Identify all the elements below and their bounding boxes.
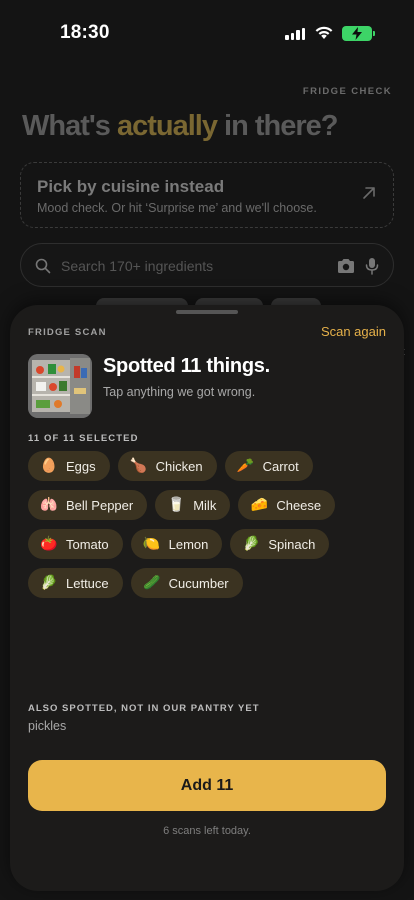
ingredient-chip-list: 🥚 Eggs 🍗 Chicken 🥕 Carrot 🫁 Bell Pepper 🥛 Mil… <box>28 451 388 598</box>
egg-icon: 🥚 <box>40 458 58 474</box>
chip-label: Cucumber <box>168 575 229 591</box>
spotted-subtitle: Tap anything we got wrong. <box>103 385 256 399</box>
scan-again-button[interactable]: Scan again <box>321 324 386 339</box>
chip-label: Bell Pepper <box>66 497 134 513</box>
also-spotted-value: pickles <box>28 719 67 733</box>
ingredient-chip-cheese[interactable]: 🧀 Cheese <box>238 490 336 520</box>
chicken-leg-icon: 🍗 <box>129 458 148 474</box>
ingredient-chip-bell-pepper[interactable]: 🫁 Bell Pepper <box>28 490 148 520</box>
cucumber-icon: 🥒 <box>142 575 161 591</box>
chip-label: Lettuce <box>66 575 109 591</box>
chip-label: Milk <box>193 497 217 513</box>
ingredient-chip-cucumber[interactable]: 🥒 Cucumber <box>130 568 243 598</box>
search-icon <box>35 258 51 274</box>
chip-label: Eggs <box>66 458 96 474</box>
milk-glass-icon: 🥛 <box>167 497 185 513</box>
chip-label: Carrot <box>262 458 299 474</box>
chip-label: Lemon <box>168 536 209 552</box>
cuisine-card-subtitle: Mood check. Or hit ‘Surprise me’ and we'… <box>37 201 317 215</box>
selected-count: 11 OF 11 SELECTED <box>28 433 139 444</box>
page-title: What's actually in there? <box>22 110 338 142</box>
chip-label: Chicken <box>155 458 203 474</box>
fridge-photo-thumbnail[interactable] <box>28 354 92 418</box>
ingredient-chip-milk[interactable]: 🥛 Milk <box>155 490 231 520</box>
search-input[interactable]: Search 170+ ingredients <box>61 258 213 274</box>
ingredient-chip-eggs[interactable]: 🥚 Eggs <box>28 451 110 481</box>
leafy-green-icon: 🥬 <box>40 575 58 591</box>
ingredient-chip-carrot[interactable]: 🥕 Carrot <box>224 451 313 481</box>
cheese-icon: 🧀 <box>250 497 269 513</box>
scans-left-text: 6 scans left today. <box>163 825 251 837</box>
page-eyebrow: FRIDGE CHECK <box>302 86 392 97</box>
bell-pepper-icon: 🫁 <box>40 497 58 513</box>
ingredient-chip-lemon[interactable]: 🍋 Lemon <box>130 529 223 559</box>
cuisine-card-title: Pick by cuisine instead <box>37 177 225 196</box>
ingredient-chip-chicken[interactable]: 🍗 Chicken <box>117 451 217 481</box>
microphone-icon[interactable] <box>365 257 379 275</box>
sheet-label: FRIDGE SCAN <box>28 327 107 338</box>
search-bar[interactable]: Search 170+ ingredients <box>20 243 394 287</box>
chip-label: Tomato <box>66 536 109 552</box>
fridge-scan-sheet: FRIDGE SCAN Scan again Spotted 11 things… <box>10 305 404 891</box>
page-title-accent: actually <box>116 110 218 142</box>
ingredient-chip-tomato[interactable]: 🍅 Tomato <box>28 529 123 559</box>
spotted-title: Spotted 11 things. <box>103 355 270 377</box>
lemon-icon: 🍋 <box>142 536 161 552</box>
chip-label: Cheese <box>276 497 322 513</box>
camera-icon[interactable] <box>337 258 355 274</box>
also-spotted-label: ALSO SPOTTED, NOT IN OUR PANTRY YET <box>28 703 260 714</box>
carrot-icon: 🥕 <box>236 458 255 474</box>
ingredient-chip-spinach[interactable]: 🥬 Spinach <box>230 529 330 559</box>
arrow-up-right-icon <box>363 187 375 199</box>
sheet-grabber[interactable] <box>176 310 238 314</box>
leafy-green-icon: 🥬 <box>242 536 261 552</box>
cuisine-card[interactable]: Pick by cuisine instead Mood check. Or h… <box>20 162 394 228</box>
add-ingredients-button[interactable]: Add 11 <box>28 760 386 811</box>
tomato-icon: 🍅 <box>40 536 58 552</box>
ingredient-chip-lettuce[interactable]: 🥬 Lettuce <box>28 568 123 598</box>
chip-label: Spinach <box>268 536 316 552</box>
